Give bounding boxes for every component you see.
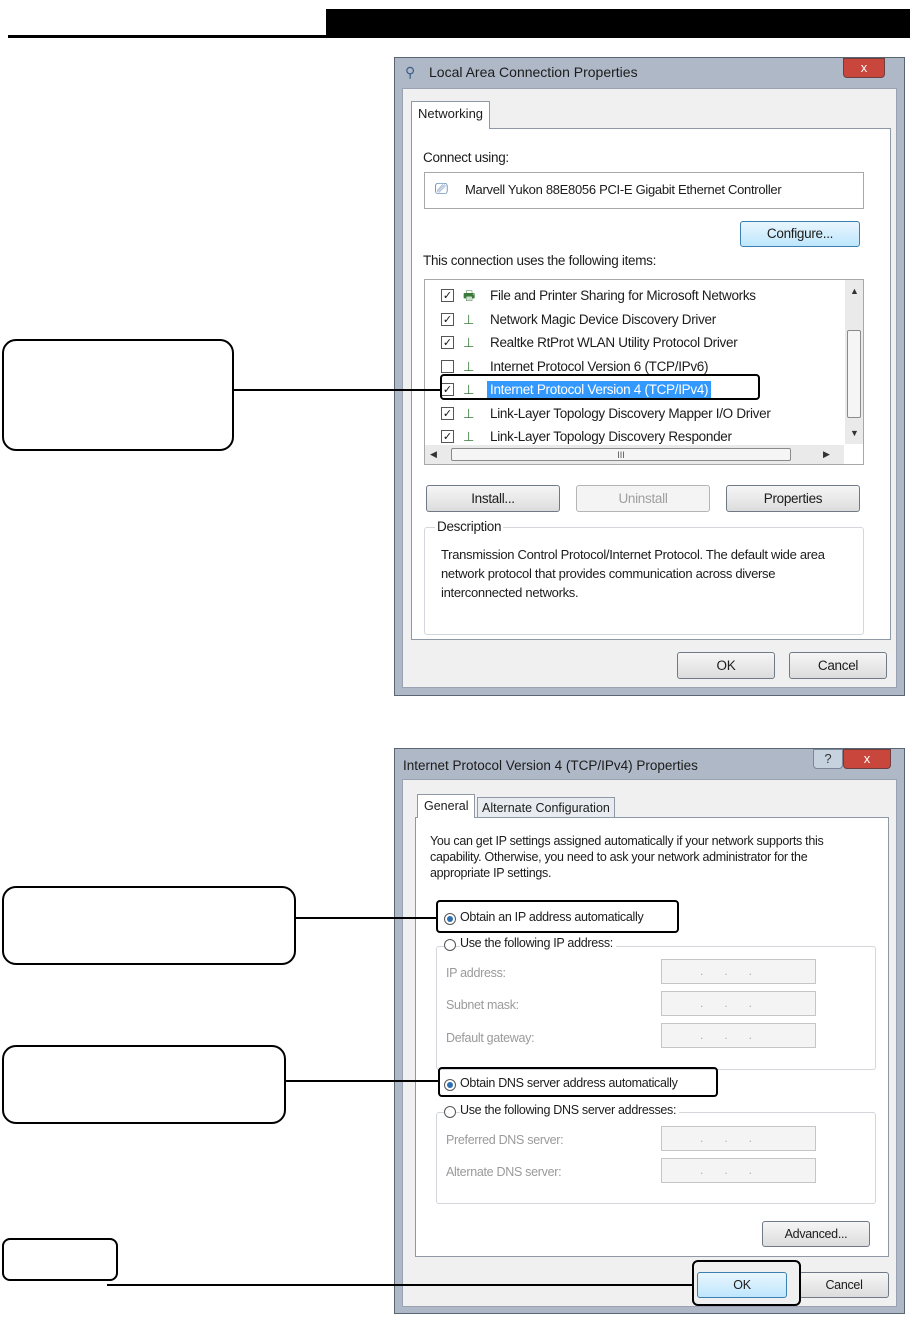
list-item-checkbox[interactable] <box>441 359 454 373</box>
list-item-label: Realtke RtProt WLAN Utility Protocol Dri… <box>490 335 738 350</box>
callout-line-ok <box>107 1284 693 1286</box>
connect-using-label: Connect using: <box>423 150 509 165</box>
description-label: Description <box>435 519 504 534</box>
tab-alternate-configuration[interactable]: Alternate Configuration <box>477 797 615 818</box>
callout-box-ipv4 <box>2 339 234 451</box>
list-item[interactable]: ✓ ⊥ Link-Layer Topology Discovery Mapper I… <box>425 403 843 425</box>
close-button[interactable]: x <box>843 58 885 78</box>
default-gateway-label: Default gateway: <box>446 1031 535 1045</box>
callout-box-obtain-dns <box>2 1045 286 1124</box>
highlight-ok-button <box>692 1260 801 1306</box>
configure-button[interactable]: Configure... <box>740 221 860 247</box>
ip-address-label: IP address: <box>446 966 506 980</box>
use-following-dns-radio[interactable] <box>444 1106 456 1118</box>
scroll-grip: III <box>617 450 625 460</box>
list-item[interactable]: ✓ ⊥ Realtke RtProt WLAN Utility Protocol D… <box>425 332 843 354</box>
callout-box-obtain-ip <box>2 886 296 965</box>
protocol-icon: ⊥ <box>463 429 475 444</box>
horizontal-scrollbar[interactable]: ◀ III ▶ <box>425 445 844 464</box>
tab-general[interactable]: General <box>417 794 476 818</box>
alternate-dns-field[interactable]: ... <box>661 1158 816 1183</box>
adapter-name: Marvell Yukon 88E8056 PCI-E Gigabit Ethe… <box>465 182 782 197</box>
cancel-button[interactable]: Cancel <box>799 1272 889 1298</box>
use-following-ip-radio[interactable] <box>444 939 456 951</box>
cancel-button[interactable]: Cancel <box>789 652 887 679</box>
ipv4-properties-dialog: Internet Protocol Version 4 (TCP/IPv4) P… <box>394 748 905 1314</box>
items-label: This connection uses the following items… <box>423 253 657 268</box>
list-item-checkbox[interactable]: ✓ <box>441 406 454 420</box>
advanced-button[interactable]: Advanced... <box>762 1221 870 1247</box>
tab-networking[interactable]: Networking <box>411 101 491 129</box>
highlight-ipv4-item <box>440 374 760 400</box>
callout-line-obtain-dns <box>286 1080 438 1082</box>
callout-line-ipv4 <box>234 389 440 391</box>
protocol-icon: ⊥ <box>463 405 475 421</box>
list-item-label: File and Printer Sharing for Microsoft N… <box>490 288 756 303</box>
alternate-dns-label: Alternate DNS server: <box>446 1165 562 1179</box>
dialog-body: General Alternate Configuration You can … <box>402 779 897 1307</box>
horizontal-scroll-thumb[interactable]: III <box>451 448 791 461</box>
network-icon: ⚲ <box>405 64 416 80</box>
list-item[interactable]: ✓ ⊥ Network Magic Device Discovery Driver <box>425 309 843 331</box>
dialog-title: Local Area Connection Properties <box>429 64 638 80</box>
vertical-scrollbar[interactable]: ▲ ▼ <box>845 280 863 444</box>
page-header-rule <box>8 35 910 38</box>
vertical-scroll-thumb[interactable] <box>847 330 861 418</box>
list-item-label: Link-Layer Topology Discovery Mapper I/O… <box>490 405 771 421</box>
preferred-dns-field[interactable]: ... <box>661 1126 816 1151</box>
close-button[interactable]: x <box>843 749 891 769</box>
adapter-icon: ⎚ <box>435 181 448 198</box>
protocol-icon: ⊥ <box>463 358 475 374</box>
scroll-up-arrow[interactable]: ▲ <box>850 286 859 296</box>
scroll-left-arrow[interactable]: ◀ <box>430 449 437 460</box>
list-item-checkbox[interactable]: ✓ <box>441 430 454 443</box>
default-gateway-field[interactable]: ... <box>661 1023 816 1048</box>
description-text: Transmission Control Protocol/Internet P… <box>441 547 825 600</box>
use-following-dns-label[interactable]: Use the following DNS server addresses: <box>460 1103 680 1117</box>
list-item-checkbox[interactable]: ✓ <box>441 336 454 349</box>
general-panel: You can get IP settings assigned automat… <box>415 817 889 1257</box>
dialog-title: Internet Protocol Version 4 (TCP/IPv4) P… <box>403 758 698 773</box>
help-button[interactable]: ? <box>813 749 843 769</box>
list-item-checkbox[interactable]: ✓ <box>441 312 454 326</box>
adapter-box: ⎚ Marvell Yukon 88E8056 PCI-E Gigabit Et… <box>424 172 864 209</box>
uninstall-button[interactable]: Uninstall <box>576 485 710 512</box>
intro-text: You can get IP settings assigned automat… <box>430 834 824 880</box>
list-item[interactable]: ✓ 🖶 File and Printer Sharing for Microsoft… <box>425 285 843 307</box>
subnet-mask-label: Subnet mask: <box>446 998 519 1012</box>
scroll-right-arrow[interactable]: ▶ <box>823 449 830 460</box>
list-item-label: Network Magic Device Discovery Driver <box>490 311 716 327</box>
list-item-label: Internet Protocol Version 6 (TCP/IPv6) <box>490 358 709 374</box>
page-header-bar <box>326 9 910 36</box>
file-sharing-icon: 🖶 <box>463 288 476 303</box>
description-group: Description Transmission Control Protoco… <box>424 519 864 635</box>
ip-address-field[interactable]: ... <box>661 959 816 984</box>
items-list: ✓ 🖶 File and Printer Sharing for Microsoft… <box>424 279 864 465</box>
highlight-obtain-ip <box>436 900 679 933</box>
callout-box-ok <box>2 1238 118 1281</box>
scroll-down-arrow[interactable]: ▼ <box>850 428 859 438</box>
install-button[interactable]: Install... <box>426 485 560 512</box>
callout-line-obtain-ip <box>296 917 436 919</box>
preferred-dns-label: Preferred DNS server: <box>446 1133 564 1147</box>
subnet-mask-field[interactable]: ... <box>661 991 816 1016</box>
list-item-checkbox[interactable]: ✓ <box>441 289 454 302</box>
protocol-icon: ⊥ <box>463 335 475 350</box>
properties-button[interactable]: Properties <box>726 485 860 512</box>
ok-button[interactable]: OK <box>677 652 775 679</box>
list-item-label: Link-Layer Topology Discovery Responder <box>490 429 732 444</box>
use-following-ip-label[interactable]: Use the following IP address: <box>460 936 616 950</box>
protocol-icon: ⊥ <box>463 311 475 327</box>
highlight-obtain-dns <box>438 1067 718 1097</box>
